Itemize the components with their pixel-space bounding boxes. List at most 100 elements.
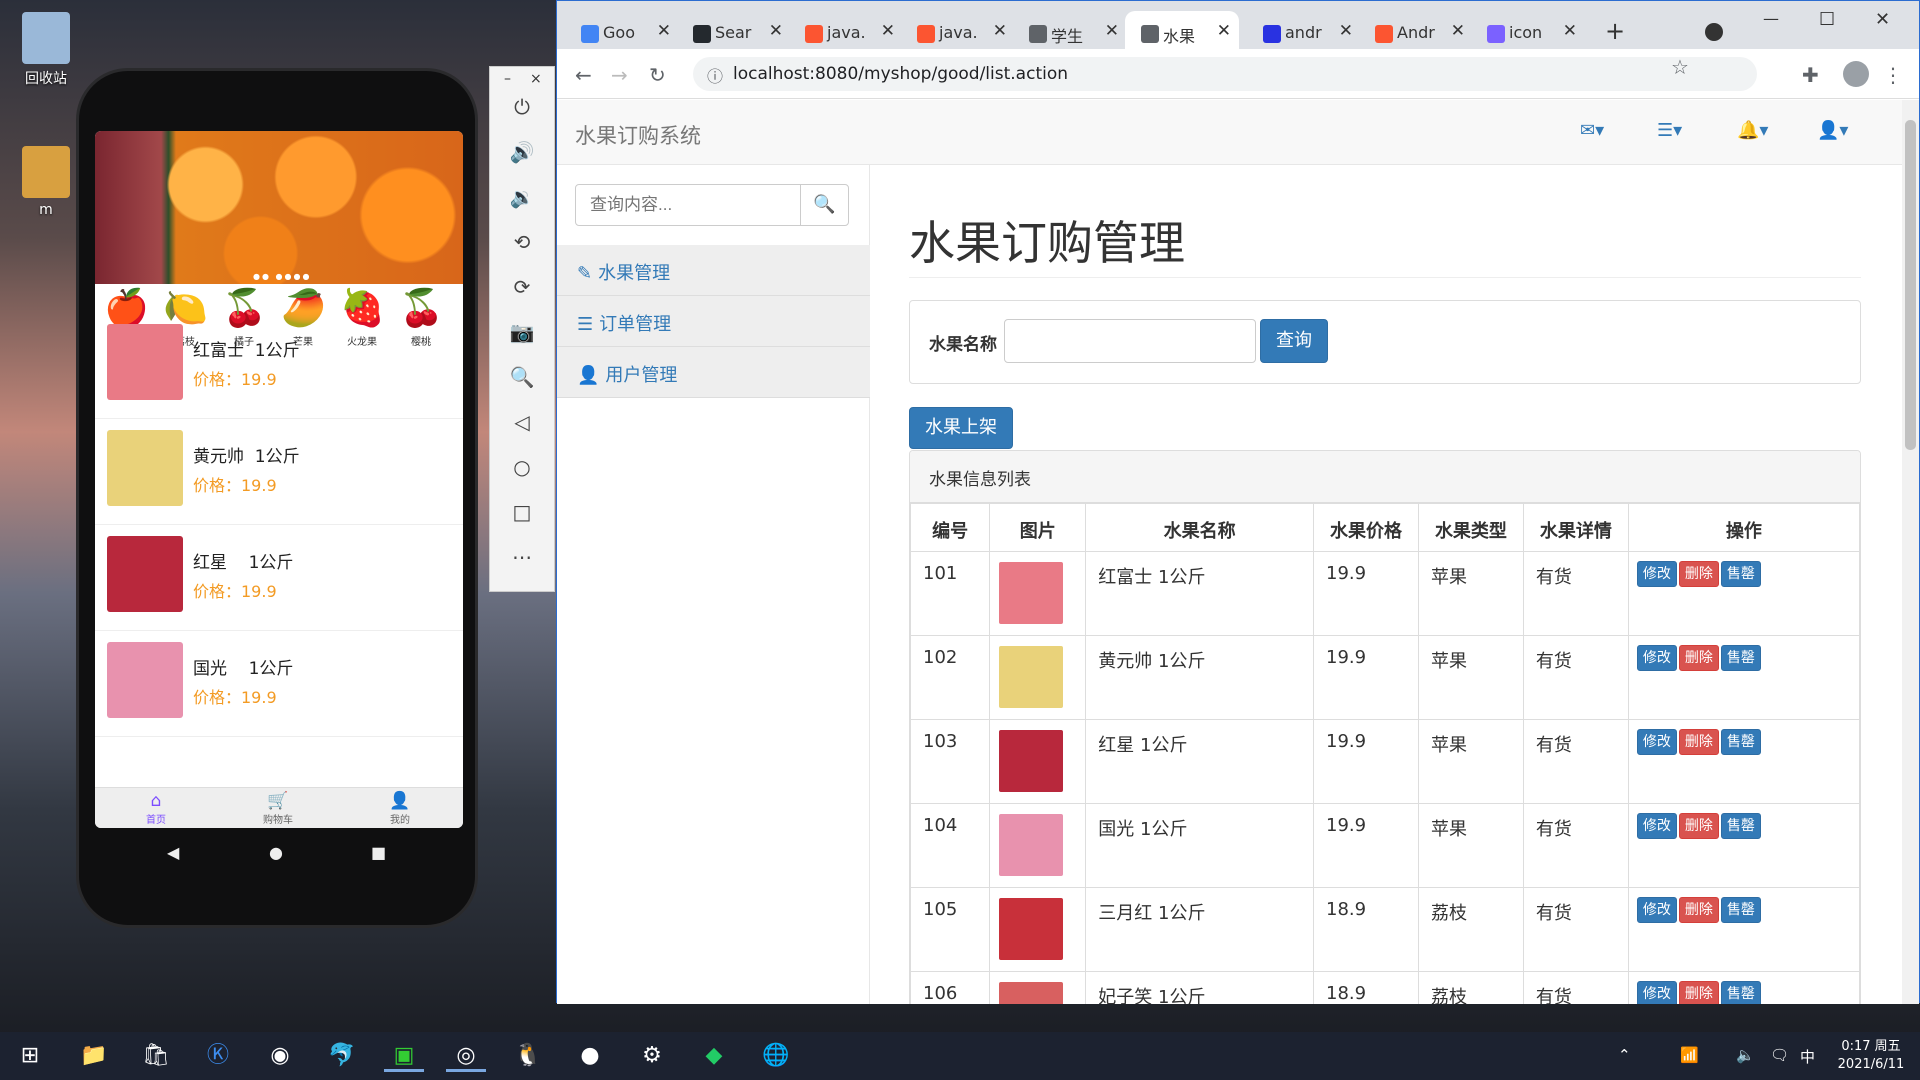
edit-button[interactable]: 修改 (1636, 561, 1677, 587)
page-scrollbar[interactable] (1902, 100, 1919, 1004)
edit-button[interactable]: 修改 (1636, 981, 1677, 1004)
sold-out-button[interactable]: 售罄 (1720, 981, 1761, 1004)
volume-down-icon[interactable]: 🔉 (490, 185, 554, 209)
emulator-close-button[interactable]: × (530, 71, 542, 87)
power-icon[interactable]: ⏻ (490, 95, 554, 119)
android-back-button[interactable]: ◀ (167, 843, 179, 862)
rotate-right-icon[interactable]: ⟳ (490, 275, 554, 299)
maximize-window-button[interactable]: ☐ (1819, 9, 1835, 30)
tab-close-icon[interactable]: ✕ (1217, 21, 1231, 41)
browser-tab[interactable]: icon ✕ (1471, 17, 1585, 49)
browser-tab[interactable]: andr ✕ (1247, 17, 1361, 49)
sold-out-button[interactable]: 售罄 (1720, 645, 1761, 671)
emulator-minimize-button[interactable]: – (504, 71, 511, 87)
tab-close-icon[interactable]: ✕ (1563, 21, 1577, 41)
qq-icon[interactable]: 🐧 (508, 1040, 548, 1072)
product-item[interactable]: 红星 1公斤 价格：19.9 (95, 526, 463, 631)
query-button[interactable]: 查询 (1260, 319, 1328, 363)
delete-button[interactable]: 删除 (1678, 729, 1719, 755)
volume-up-icon[interactable]: 🔊 (490, 140, 554, 164)
sidebar-item[interactable]: 👤 用户管理 (557, 347, 870, 398)
tab-close-icon[interactable]: ✕ (993, 21, 1007, 41)
input-method[interactable]: 中 (1800, 1046, 1815, 1067)
menu-icon[interactable]: ⋮ (1883, 63, 1903, 87)
product-item[interactable]: 国光 1公斤 价格：19.9 (95, 632, 463, 737)
scrollbar-thumb[interactable] (1905, 120, 1916, 450)
close-window-button[interactable]: ✕ (1875, 9, 1890, 30)
start-icon[interactable]: ⊞ (10, 1040, 50, 1072)
profile-avatar[interactable] (1843, 61, 1869, 87)
delete-button[interactable]: 删除 (1678, 813, 1719, 839)
camera-icon[interactable]: 📷 (490, 320, 554, 344)
tab-close-icon[interactable]: ✕ (1105, 21, 1119, 41)
rotate-left-icon[interactable]: ⟲ (490, 230, 554, 254)
sidebar-item[interactable]: ✎ 水果管理 (557, 245, 870, 296)
more-icon[interactable]: ⋯ (490, 545, 554, 569)
delete-button[interactable]: 删除 (1678, 981, 1719, 1004)
tab-close-icon[interactable]: ✕ (881, 21, 895, 41)
app-green-icon[interactable]: ◆ (694, 1040, 734, 1072)
app-k-icon[interactable]: Ⓚ (198, 1040, 238, 1072)
brand-title[interactable]: 水果订购系统 (575, 120, 701, 150)
tab-close-icon[interactable]: ✕ (1451, 21, 1465, 41)
bell-icon[interactable]: 🔔▾ (1737, 120, 1768, 141)
tray-volume-icon[interactable]: 🔈 (1736, 1046, 1755, 1064)
edit-button[interactable]: 修改 (1636, 645, 1677, 671)
search-button[interactable]: 🔍 (800, 184, 849, 226)
tab-home[interactable]: ⌂ 首页 (95, 791, 217, 826)
browser-tab[interactable]: 水果 ✕ (1125, 11, 1239, 49)
tab-cart[interactable]: 🛒 购物车 (217, 791, 339, 826)
app-eclipse-icon[interactable]: ◉ (260, 1040, 300, 1072)
banner-image[interactable] (95, 131, 463, 284)
tray-chevron-icon[interactable]: ⌃ (1618, 1046, 1631, 1064)
sold-out-button[interactable]: 售罄 (1720, 813, 1761, 839)
chrome-icon[interactable]: ◎ (446, 1040, 486, 1072)
delete-button[interactable]: 删除 (1678, 897, 1719, 923)
search-input[interactable] (575, 184, 801, 226)
product-item[interactable]: 红富士 1公斤 价格：19.9 (95, 314, 463, 419)
browser-tab[interactable]: Goo ✕ (565, 17, 679, 49)
tray-notification-icon[interactable]: 🗨 (1770, 1046, 1789, 1064)
clock[interactable]: 0:17 周五 2021/6/11 (1828, 1038, 1914, 1074)
product-item[interactable]: 黄元帅 1公斤 价格：19.9 (95, 420, 463, 525)
browser-tab[interactable]: Andr ✕ (1359, 17, 1473, 49)
browser-tab[interactable]: 学生 ✕ (1013, 17, 1127, 49)
android-recents-button[interactable]: ■ (371, 843, 386, 862)
zoom-icon[interactable]: 🔍 (490, 365, 554, 389)
tray-network-icon[interactable]: 📶 (1680, 1046, 1699, 1064)
edit-button[interactable]: 修改 (1636, 897, 1677, 923)
sold-out-button[interactable]: 售罄 (1720, 729, 1761, 755)
bookmark-star-icon[interactable]: ☆ (1671, 55, 1689, 79)
sold-out-button[interactable]: 售罄 (1720, 561, 1761, 587)
app-globe-icon[interactable]: 🌐 (756, 1040, 796, 1072)
back-arrow-icon[interactable]: ← (575, 63, 592, 87)
file-explorer-icon[interactable]: 📁 (74, 1040, 114, 1072)
store-icon[interactable]: 🛍 (136, 1040, 176, 1072)
forward-arrow-icon[interactable]: → (611, 63, 628, 87)
app-blue-icon[interactable]: ● (570, 1040, 610, 1072)
folder-m-icon[interactable]: m (6, 146, 86, 218)
sold-out-button[interactable]: 售罄 (1720, 897, 1761, 923)
minimize-window-button[interactable]: — (1763, 9, 1779, 28)
browser-tab[interactable]: java. ✕ (901, 17, 1015, 49)
tab-close-icon[interactable]: ✕ (1339, 21, 1353, 41)
add-fruit-button[interactable]: 水果上架 (909, 407, 1013, 449)
tab-close-icon[interactable]: ✕ (657, 21, 671, 41)
address-bar[interactable]: ⓘ localhost:8080/myshop/good/list.action (693, 57, 1757, 91)
envelope-icon[interactable]: ✉▾ (1580, 120, 1604, 141)
browser-tab[interactable]: java. ✕ (789, 17, 903, 49)
tasks-icon[interactable]: ☰▾ (1657, 120, 1682, 141)
user-icon[interactable]: 👤▾ (1817, 120, 1848, 141)
edit-button[interactable]: 修改 (1636, 729, 1677, 755)
home-icon[interactable]: ○ (490, 455, 554, 479)
browser-tab[interactable]: Sear ✕ (677, 17, 791, 49)
app-dolphin-icon[interactable]: 🐬 (322, 1040, 362, 1072)
android-home-button[interactable]: ● (269, 843, 283, 862)
back-icon[interactable]: ◁ (490, 410, 554, 434)
extension-icon[interactable]: ✚ (1802, 63, 1819, 87)
tab-close-icon[interactable]: ✕ (769, 21, 783, 41)
fruit-name-input[interactable] (1004, 319, 1256, 363)
edit-button[interactable]: 修改 (1636, 813, 1677, 839)
sidebar-item[interactable]: ☰ 订单管理 (557, 296, 870, 347)
overview-icon[interactable]: □ (490, 500, 554, 524)
